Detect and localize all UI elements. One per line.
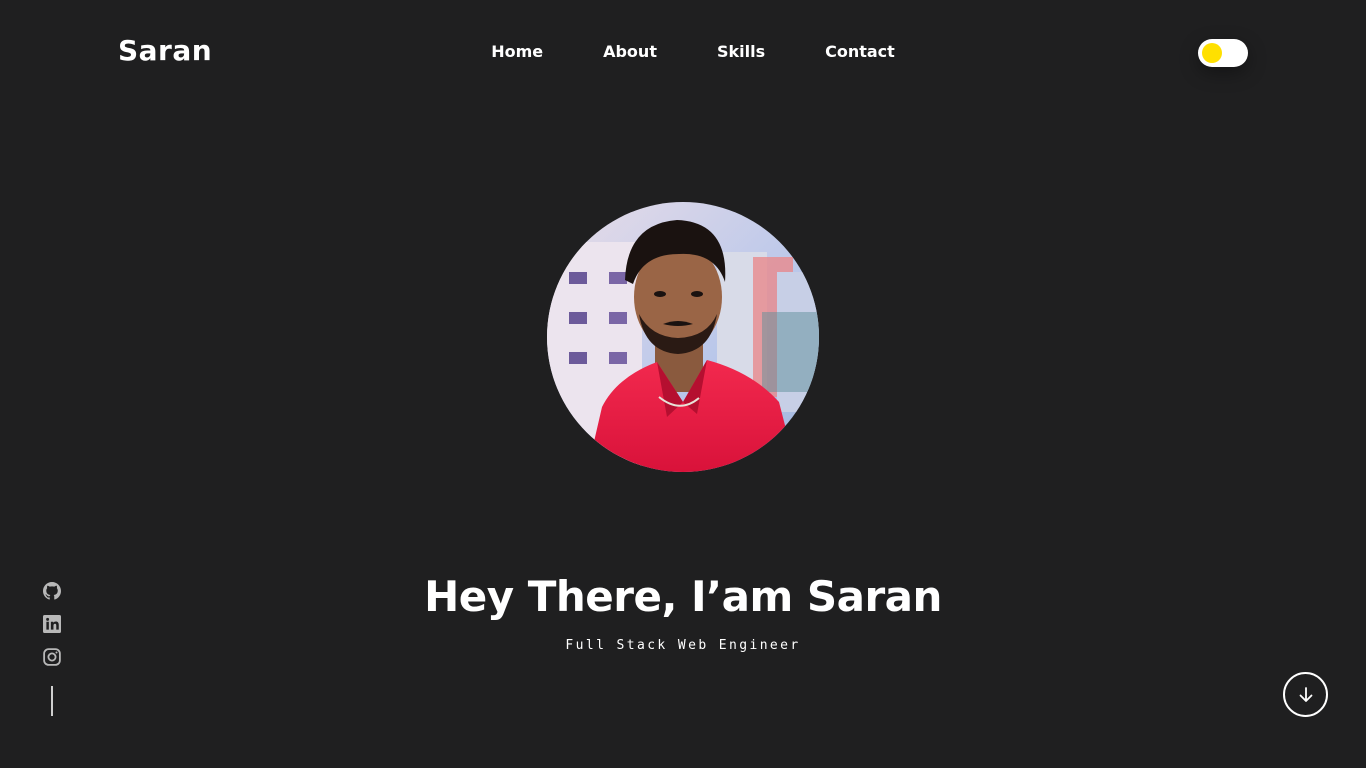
nav-skills[interactable]: Skills [717, 42, 765, 61]
nav-about[interactable]: About [603, 42, 657, 61]
hero-subtitle: Full Stack Web Engineer [565, 638, 801, 653]
page: Saran Home About Skills Contact Hey Ther… [0, 0, 1366, 768]
main-nav: Home About Skills Contact [0, 42, 1366, 61]
social-divider-line [51, 686, 53, 716]
theme-toggle-knob [1202, 43, 1222, 63]
instagram-icon[interactable] [43, 648, 61, 666]
linkedin-icon[interactable] [43, 615, 61, 633]
profile-photo-illustration [547, 202, 819, 472]
social-links [43, 582, 61, 666]
theme-toggle[interactable] [1198, 39, 1248, 67]
github-icon[interactable] [43, 582, 61, 600]
profile-photo [547, 202, 819, 472]
scroll-down-button[interactable] [1283, 672, 1328, 717]
hero-title: Hey There, I’am Saran [424, 572, 942, 621]
arrow-down-icon [1299, 686, 1312, 702]
nav-contact[interactable]: Contact [825, 42, 895, 61]
nav-home[interactable]: Home [491, 42, 543, 61]
